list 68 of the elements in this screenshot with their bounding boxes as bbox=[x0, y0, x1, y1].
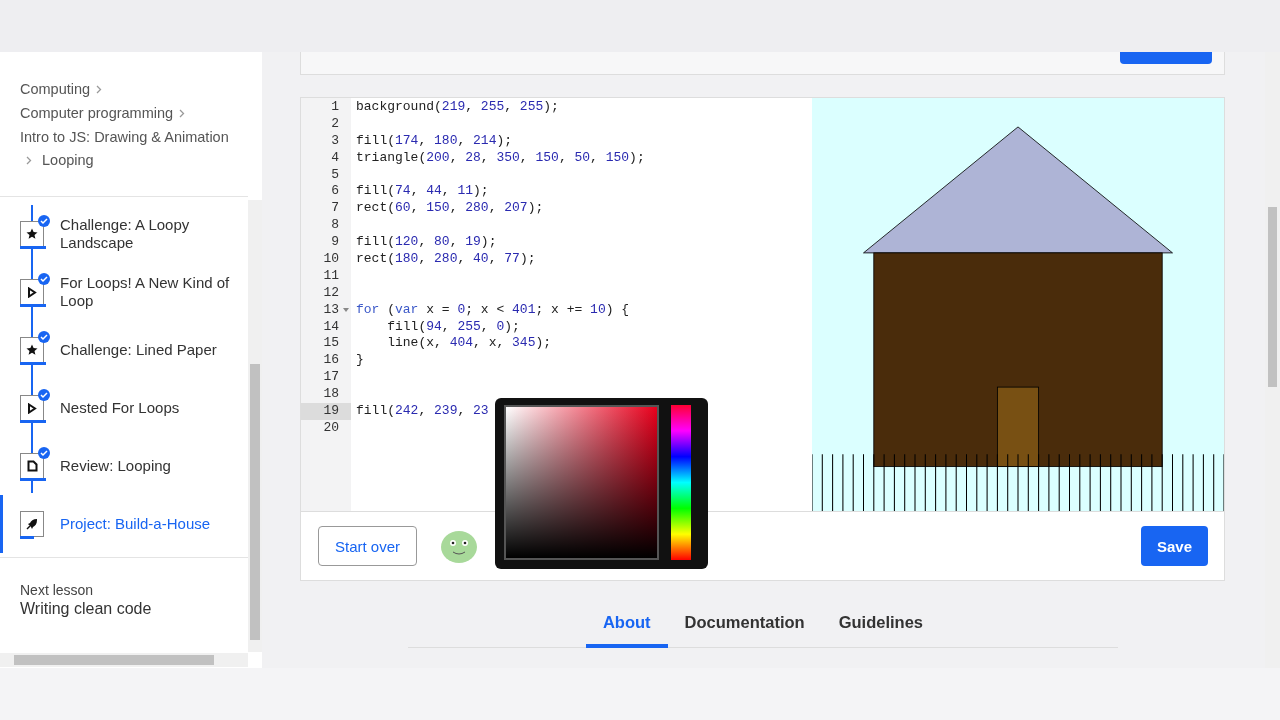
breadcrumb-link[interactable]: Looping bbox=[42, 152, 94, 168]
start-over-button[interactable]: Start over bbox=[318, 526, 418, 566]
tab[interactable]: Guidelines bbox=[821, 603, 941, 648]
lesson-item[interactable]: For Loops! A New Kind of Loop bbox=[0, 263, 248, 321]
check-icon bbox=[38, 331, 50, 343]
code-line: rect(180, 280, 40, 77); bbox=[356, 251, 537, 268]
breadcrumb-link[interactable]: Intro to JS: Drawing & Animation bbox=[20, 129, 229, 145]
line-number: 2 bbox=[330, 115, 340, 133]
chevron-right-icon bbox=[179, 109, 186, 118]
lesson-item[interactable]: Review: Looping bbox=[0, 437, 248, 495]
fold-icon[interactable] bbox=[343, 307, 349, 313]
line-number: 4 bbox=[330, 149, 340, 167]
code-line: fill(74, 44, 11); bbox=[356, 183, 490, 201]
line-number: 13 bbox=[301, 301, 351, 319]
document-icon bbox=[26, 460, 38, 472]
check-icon bbox=[38, 389, 50, 401]
star-icon bbox=[26, 344, 38, 356]
next-lesson-link[interactable]: Writing clean code bbox=[20, 600, 228, 618]
line-number: 1 bbox=[330, 99, 340, 116]
code-line: fill(94, 255, 0); bbox=[386, 318, 521, 336]
line-number: 7 bbox=[330, 200, 340, 218]
blob-avatar-icon bbox=[439, 528, 480, 564]
star-icon bbox=[26, 228, 38, 240]
check-icon bbox=[38, 447, 50, 459]
breadcrumb-link[interactable]: Computing bbox=[20, 81, 91, 97]
tab[interactable]: About bbox=[585, 603, 668, 648]
line-number: 8 bbox=[330, 217, 340, 235]
code-line: line(x, 404, x, 345); bbox=[386, 335, 553, 353]
line-number: 11 bbox=[322, 267, 340, 285]
rocket-icon bbox=[26, 518, 38, 530]
line-number: 20 bbox=[322, 419, 340, 437]
line-number: 15 bbox=[322, 335, 340, 353]
scrollbar[interactable] bbox=[248, 200, 262, 652]
line-number: 14 bbox=[322, 318, 340, 336]
line-number: 18 bbox=[322, 386, 340, 404]
save-button[interactable]: Save bbox=[1140, 526, 1208, 566]
check-icon bbox=[38, 215, 50, 227]
code-line: } bbox=[356, 352, 365, 370]
check-icon bbox=[38, 273, 50, 285]
code-line: fill(242, 239, 23 bbox=[356, 403, 490, 420]
chevron-right-icon bbox=[26, 156, 32, 165]
scrollbar[interactable] bbox=[0, 653, 248, 667]
breadcrumb-link[interactable]: Computer programming bbox=[20, 105, 174, 121]
code-line: rect(60, 150, 280, 207); bbox=[356, 200, 545, 218]
code-line: background(219, 255, 255); bbox=[356, 99, 560, 116]
code-line: fill(120, 80, 19); bbox=[356, 234, 498, 251]
line-number: 16 bbox=[322, 352, 340, 370]
line-number: 5 bbox=[330, 166, 340, 184]
code-line: triangle(200, 28, 350, 150, 50, 150); bbox=[356, 149, 646, 167]
line-number: 12 bbox=[322, 284, 340, 302]
line-number: 6 bbox=[330, 183, 340, 201]
color-picker[interactable] bbox=[495, 398, 708, 569]
line-number: 10 bbox=[322, 251, 340, 268]
lesson-item[interactable]: Challenge: Lined Paper bbox=[0, 321, 248, 379]
action-button[interactable] bbox=[1120, 52, 1212, 64]
line-number: 17 bbox=[322, 369, 340, 387]
lesson-item[interactable]: Nested For Loops bbox=[0, 379, 248, 437]
line-number: 19 bbox=[301, 403, 351, 420]
next-lesson-label: Next lesson bbox=[20, 582, 95, 598]
code-line: fill(174, 180, 214); bbox=[356, 132, 514, 150]
code-line: for (var x = 0; x < 401; x += 10) { bbox=[356, 301, 631, 319]
line-number: 3 bbox=[330, 132, 340, 150]
play-icon bbox=[27, 402, 37, 414]
tab[interactable]: Documentation bbox=[667, 603, 822, 648]
line-number: 9 bbox=[330, 234, 340, 251]
lesson-item[interactable]: Challenge: A Loopy Landscape bbox=[0, 205, 248, 263]
chevron-right-icon bbox=[96, 85, 103, 94]
play-icon bbox=[27, 286, 37, 298]
